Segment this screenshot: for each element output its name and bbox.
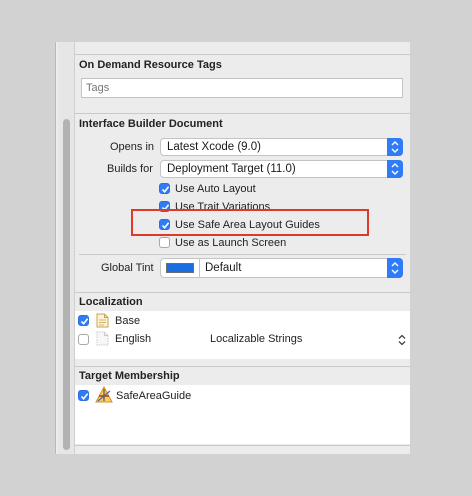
safeareaguide-label: SafeAreaGuide [116, 390, 192, 402]
target-membership-title: Target Membership [79, 370, 180, 382]
opens-in-value: Latest Xcode (9.0) [167, 141, 261, 153]
section-separator [75, 445, 410, 446]
base-label: Base [115, 315, 141, 327]
scrollbar-thumb[interactable] [63, 119, 70, 450]
section-separator [75, 54, 410, 55]
popup-arrows-icon [387, 138, 403, 156]
highlight-box [131, 209, 369, 236]
tags-field[interactable] [81, 78, 403, 98]
tint-color-swatch [166, 263, 194, 273]
panel-left-border [55, 42, 56, 454]
file-icon [96, 331, 109, 351]
on-demand-title: On Demand Resource Tags [79, 59, 222, 71]
english-label: English [115, 333, 152, 345]
use-auto-layout-checkbox[interactable] [159, 183, 170, 194]
use-auto-layout-label: Use Auto Layout [175, 183, 256, 195]
app-target-icon [95, 385, 113, 408]
updown-chevron-icon[interactable] [398, 333, 406, 351]
global-tint-popup[interactable]: Default [160, 258, 403, 278]
section-separator [75, 292, 410, 293]
swatch-divider [199, 259, 200, 277]
base-checkbox[interactable] [78, 315, 89, 326]
global-tint-value: Default [205, 262, 242, 274]
builds-for-popup[interactable]: Deployment Target (11.0) [160, 160, 403, 178]
ib-document-title: Interface Builder Document [79, 118, 223, 130]
safeareaguide-checkbox[interactable] [78, 390, 89, 401]
section-separator [75, 113, 410, 114]
builds-for-label: Builds for [107, 163, 153, 175]
section-separator [79, 254, 406, 255]
builds-for-value: Deployment Target (11.0) [167, 163, 296, 175]
use-as-launch-screen-label: Use as Launch Screen [175, 237, 287, 249]
global-tint-label: Global Tint [101, 262, 154, 274]
english-type-popup[interactable]: Localizable Strings [210, 332, 302, 346]
opens-in-label: Opens in [110, 141, 155, 153]
english-checkbox[interactable] [78, 334, 89, 345]
popup-arrows-icon [387, 258, 403, 278]
opens-in-popup[interactable]: Latest Xcode (9.0) [160, 138, 403, 156]
section-separator [75, 366, 410, 367]
localization-title: Localization [79, 296, 143, 308]
use-as-launch-screen-checkbox[interactable] [159, 237, 170, 248]
popup-arrows-icon [387, 160, 403, 178]
